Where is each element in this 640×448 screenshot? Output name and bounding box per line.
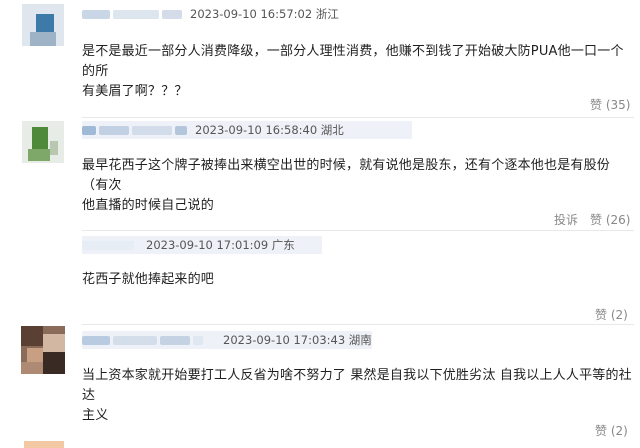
blurred-username — [113, 9, 159, 19]
blurred-username — [175, 125, 187, 135]
next-avatar-partial — [24, 441, 64, 448]
comment-line: 花西子就他捧起来的吧 — [82, 272, 215, 287]
blurred-username — [193, 335, 203, 345]
avatar[interactable] — [22, 4, 64, 46]
blurred-username — [113, 335, 157, 345]
comment-actions: 赞 (35) — [590, 96, 630, 113]
avatar[interactable] — [21, 326, 65, 374]
comment-line: 是不是最近一部分人消费降级，一部分人理性消费，他赚不到钱了开始破大防PUA他一口… — [82, 44, 624, 79]
blurred-username — [132, 125, 172, 135]
comment-meta: 2023-09-10 16:58:40 湖北 — [82, 121, 412, 139]
blurred-username — [82, 240, 134, 250]
comment-line: 最早花西子这个牌子被捧出来横空出世的时候，就有说他是股东，还有个逐本他也是有股份… — [82, 158, 611, 193]
like-button[interactable]: 赞 (2) — [595, 306, 628, 323]
comment-line: 他直播的时候自己说的 — [82, 198, 215, 213]
like-button[interactable]: 赞 (35) — [590, 96, 630, 113]
comment-meta: 2023-09-10 17:03:43 湖南 — [82, 331, 372, 349]
blurred-username — [99, 125, 129, 135]
comment-timestamp: 2023-09-10 16:58:40 湖北 — [195, 123, 344, 137]
comment-timestamp: 2023-09-10 16:57:02 浙江 — [190, 7, 339, 21]
comment-meta: 2023-09-10 16:57:02 浙江 — [82, 5, 339, 23]
comment-text: 最早花西子这个牌子被捧出来横空出世的时候，就有说他是股东，还有个逐本他也是有股份… — [82, 156, 634, 216]
avatar[interactable] — [22, 121, 64, 163]
comment-actions: 赞 (2) — [595, 306, 628, 323]
like-button[interactable]: 赞 (2) — [595, 422, 628, 439]
comment-timestamp: 2023-09-10 17:01:09 广东 — [146, 238, 295, 252]
comment-timestamp: 2023-09-10 17:03:43 湖南 — [223, 333, 372, 347]
blurred-username — [160, 335, 190, 345]
blurred-username — [82, 9, 110, 19]
comment-actions: 投诉 赞 (26) — [554, 211, 631, 228]
comment-actions: 赞 (2) — [595, 422, 628, 439]
divider — [82, 117, 634, 118]
comment-text: 当上资本家就开始要打工人反省为啥不努力了 果然是自我以下优胜劣汰 自我以上人人平… — [82, 366, 634, 426]
comment-line: 主义 — [82, 408, 109, 423]
divider — [82, 230, 634, 231]
like-button[interactable]: 赞 (26) — [590, 211, 630, 228]
comment-line: 当上资本家就开始要打工人反省为啥不努力了 果然是自我以下优胜劣汰 自我以上人人平… — [82, 368, 632, 403]
comment-text: 是不是最近一部分人消费降级，一部分人理性消费，他赚不到钱了开始破大防PUA他一口… — [82, 42, 632, 102]
divider — [82, 324, 634, 325]
report-button[interactable]: 投诉 — [554, 211, 578, 228]
comment-line: 有美眉了啊？？？ — [82, 84, 188, 99]
blurred-username — [82, 125, 96, 135]
blurred-username — [82, 335, 110, 345]
blurred-username — [162, 9, 182, 19]
comment-text: 花西子就他捧起来的吧 — [82, 270, 634, 290]
comment-meta: 2023-09-10 17:01:09 广东 — [82, 236, 322, 254]
